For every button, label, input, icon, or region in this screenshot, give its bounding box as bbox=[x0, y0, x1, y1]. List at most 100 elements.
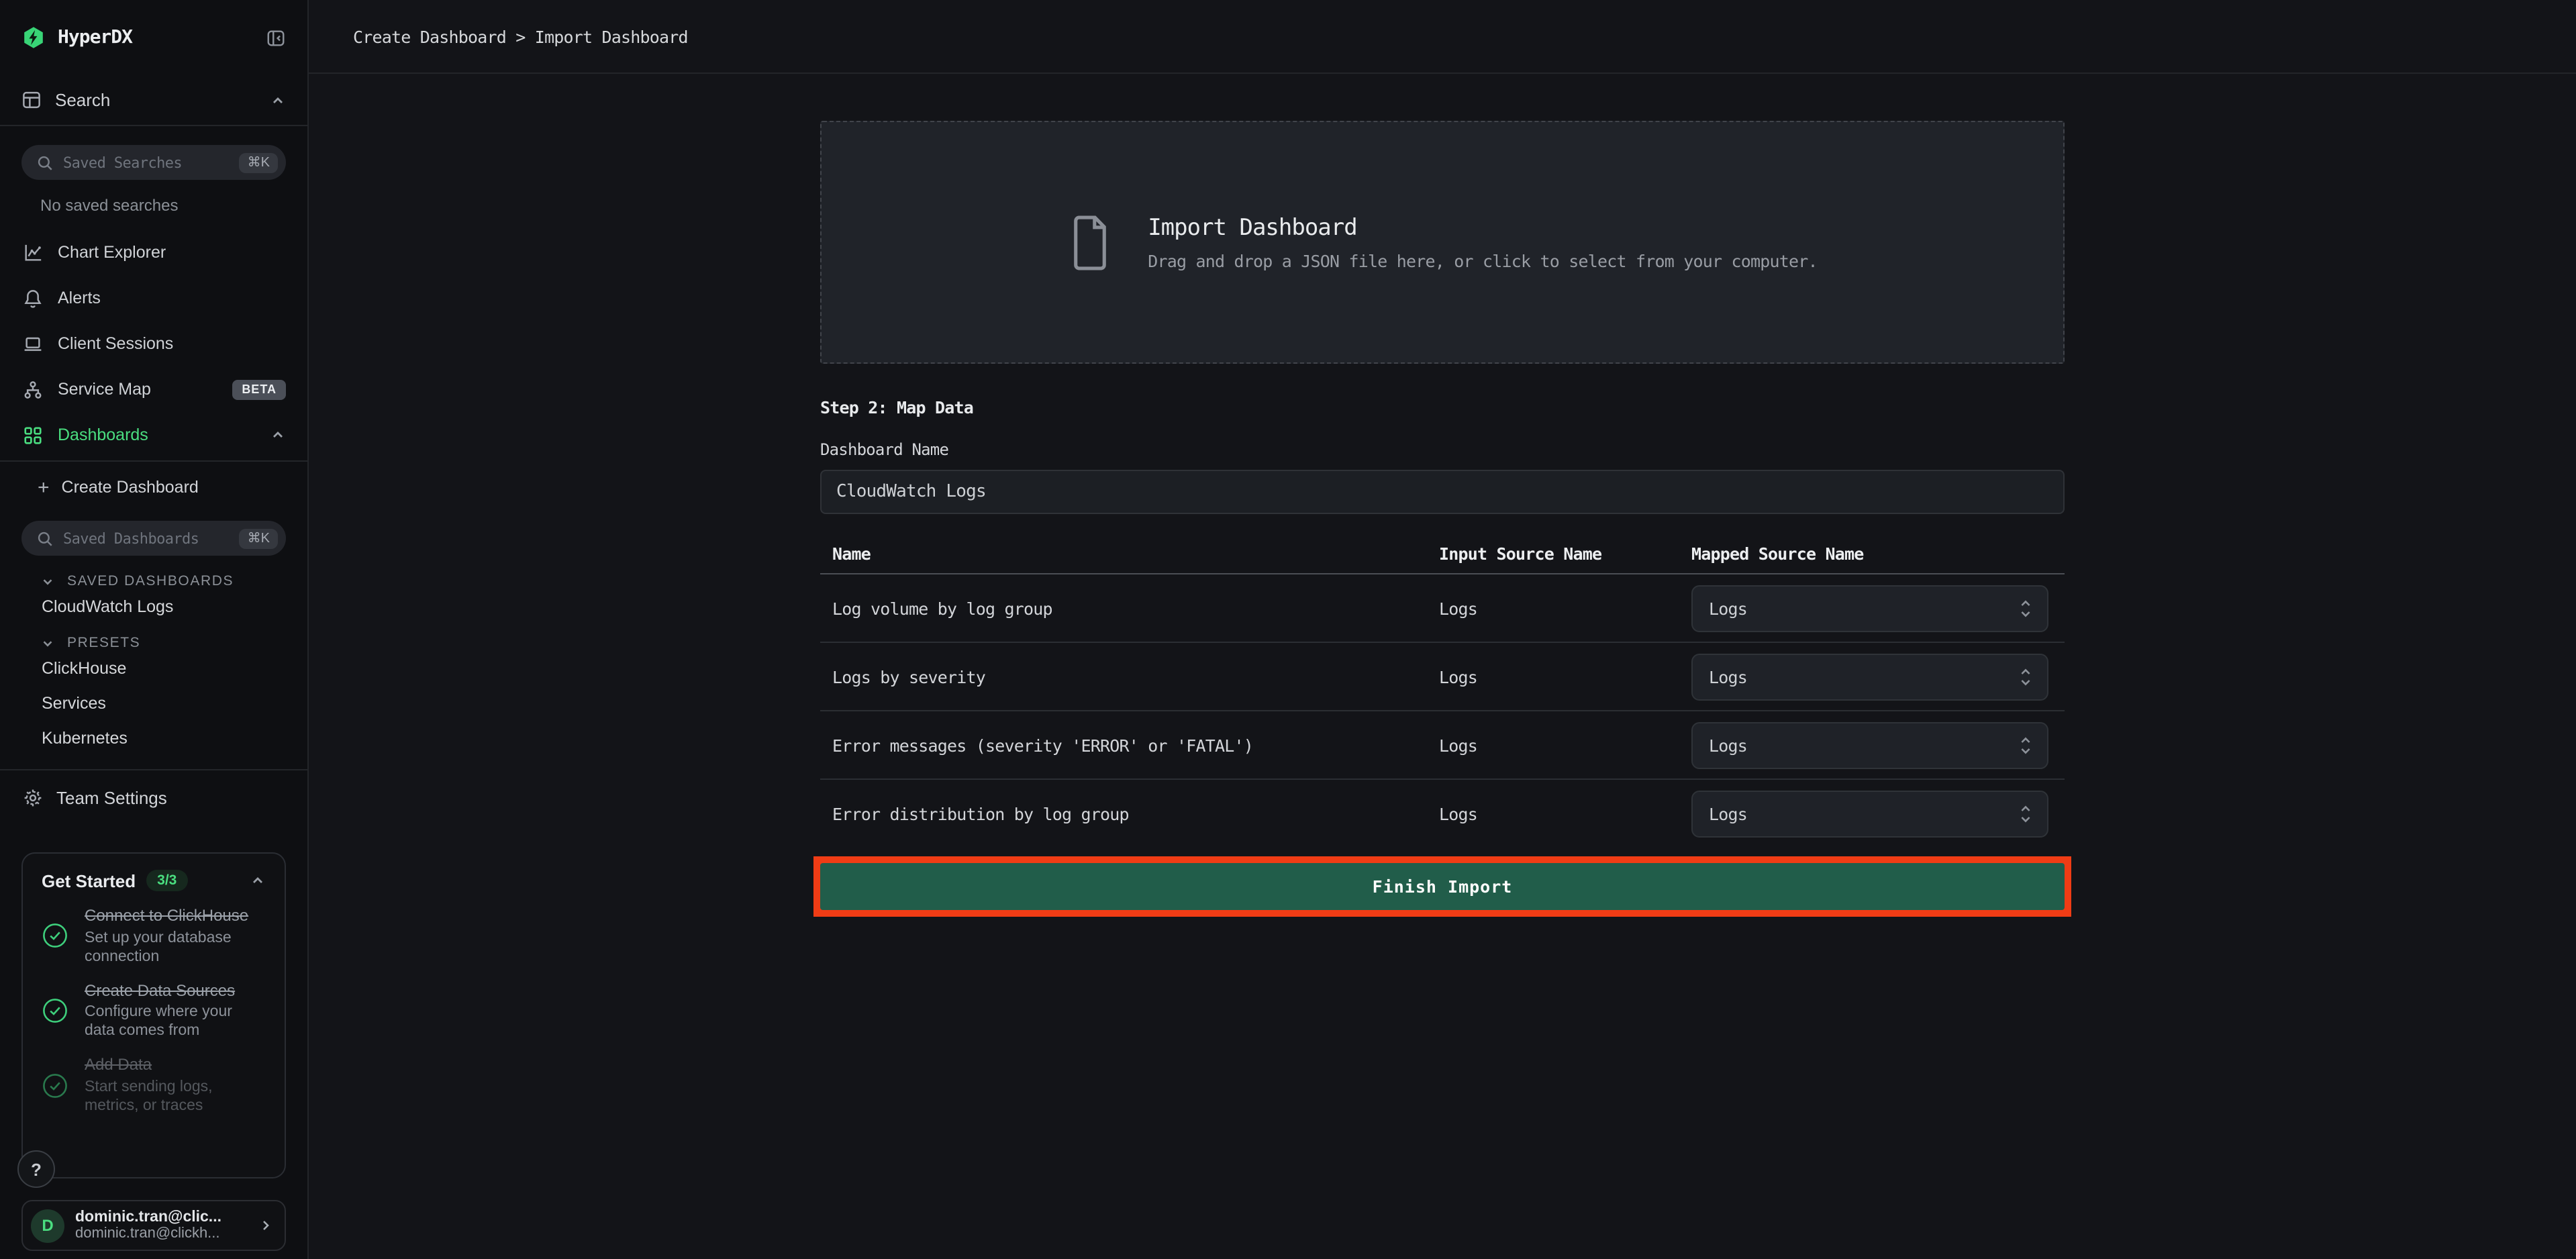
get-started-item-sources[interactable]: Create Data Sources Configure where your… bbox=[42, 980, 266, 1040]
app-root: HyperDX Search Saved Searches ⌘K No save… bbox=[0, 0, 2576, 1259]
mapped-source-select[interactable]: Logs bbox=[1691, 791, 2048, 838]
main-area: Create Dashboard > Import Dashboard Impo… bbox=[309, 0, 2576, 1259]
no-saved-searches-note: No saved searches bbox=[40, 196, 307, 215]
table-row: Error distribution by log group Logs Log… bbox=[820, 780, 2065, 848]
dashboards-grid-icon bbox=[21, 425, 43, 445]
check-circle-icon bbox=[42, 1056, 68, 1115]
topbar: Create Dashboard > Import Dashboard bbox=[309, 0, 2576, 74]
create-dashboard-label: Create Dashboard bbox=[62, 478, 199, 497]
section-title: PRESETS bbox=[67, 635, 140, 651]
get-started-item-desc: Set up your database connection bbox=[85, 928, 266, 966]
select-value: Logs bbox=[1709, 598, 2018, 618]
saved-dashboards-section-header[interactable]: SAVED DASHBOARDS bbox=[40, 573, 307, 589]
input-source-cell: Logs bbox=[1439, 666, 1691, 687]
get-started-item-title: Create Data Sources bbox=[85, 980, 266, 1000]
get-started-item-connect[interactable]: Connect to ClickHouse Set up your databa… bbox=[42, 906, 266, 966]
saved-dashboards-input[interactable]: Saved Dashboards ⌘K bbox=[21, 521, 286, 556]
laptop-icon bbox=[21, 334, 43, 354]
logo-row: HyperDX bbox=[0, 0, 307, 75]
get-started-item-desc: Configure where your data comes from bbox=[85, 1003, 266, 1041]
chart-explorer-icon bbox=[21, 242, 43, 262]
annotation-highlight-box: Finish Import bbox=[813, 856, 2071, 917]
presets-section-header[interactable]: PRESETS bbox=[40, 635, 307, 651]
sidebar-item-alerts[interactable]: Alerts bbox=[0, 275, 307, 321]
nav-label: Service Map bbox=[58, 380, 151, 399]
get-started-title: Get Started bbox=[42, 870, 136, 891]
get-started-item-title: Connect to ClickHouse bbox=[85, 906, 266, 925]
sidebar: HyperDX Search Saved Searches ⌘K No save… bbox=[0, 0, 309, 1259]
service-map-icon bbox=[21, 379, 43, 399]
finish-import-button[interactable]: Finish Import bbox=[820, 863, 2065, 910]
json-file-dropzone[interactable]: Import Dashboard Drag and drop a JSON fi… bbox=[820, 121, 2065, 364]
table-header-row: Name Input Source Name Mapped Source Nam… bbox=[820, 534, 2065, 574]
help-button[interactable]: ? bbox=[17, 1150, 55, 1188]
hyperdx-logo-icon bbox=[21, 26, 46, 50]
sidebar-item-client-sessions[interactable]: Client Sessions bbox=[0, 321, 307, 366]
table-row: Logs by severity Logs Logs bbox=[820, 643, 2065, 711]
user-texts: dominic.tran@clic... dominic.tran@clickh… bbox=[75, 1209, 247, 1242]
sidebar-item-kubernetes[interactable]: Kubernetes bbox=[0, 721, 307, 756]
chevron-up-icon[interactable] bbox=[270, 427, 286, 443]
user-account-button[interactable]: D dominic.tran@clic... dominic.tran@clic… bbox=[21, 1200, 286, 1251]
mapped-source-select[interactable]: Logs bbox=[1691, 585, 2048, 632]
dashboard-name-value: CloudWatch Logs bbox=[836, 482, 986, 502]
sidebar-item-search[interactable]: Search bbox=[0, 75, 307, 126]
sidebar-item-cloudwatch-logs[interactable]: CloudWatch Logs bbox=[0, 589, 307, 624]
nav-label: Chart Explorer bbox=[58, 243, 166, 262]
sidebar-item-create-dashboard[interactable]: + Create Dashboard bbox=[0, 462, 307, 513]
saved-dashboards-placeholder: Saved Dashboards bbox=[63, 530, 230, 547]
user-email: dominic.tran@clickh... bbox=[75, 1225, 247, 1242]
sidebar-item-dashboards[interactable]: Dashboards bbox=[0, 412, 307, 458]
get-started-item-desc: Start sending logs, metrics, or traces bbox=[85, 1078, 266, 1115]
table-row: Error messages (severity 'ERROR' or 'FAT… bbox=[820, 711, 2065, 780]
get-started-item-add-data[interactable]: Add Data Start sending logs, metrics, or… bbox=[42, 1056, 266, 1115]
dropzone-title: Import Dashboard bbox=[1148, 214, 1818, 241]
get-started-header[interactable]: Get Started 3/3 bbox=[42, 870, 266, 891]
mapped-source-select[interactable]: Logs bbox=[1691, 653, 2048, 700]
select-value: Logs bbox=[1709, 735, 2018, 755]
chevron-up-icon[interactable] bbox=[270, 92, 286, 108]
select-chevrons-icon bbox=[2018, 734, 2034, 756]
search-icon bbox=[36, 154, 54, 171]
input-source-cell: Logs bbox=[1439, 804, 1691, 824]
section-title: SAVED DASHBOARDS bbox=[67, 573, 234, 589]
import-dashboard-content: Import Dashboard Drag and drop a JSON fi… bbox=[820, 121, 2065, 917]
select-chevrons-icon bbox=[2018, 665, 2034, 688]
sidebar-item-team-settings[interactable]: Team Settings bbox=[0, 770, 307, 824]
saved-searches-input[interactable]: Saved Searches ⌘K bbox=[21, 145, 286, 180]
chevron-up-icon[interactable] bbox=[250, 872, 266, 889]
sidebar-item-service-map[interactable]: Service Map BETA bbox=[0, 366, 307, 412]
shortcut-badge: ⌘K bbox=[240, 528, 278, 548]
mapped-source-select[interactable]: Logs bbox=[1691, 721, 2048, 768]
mapping-table: Name Input Source Name Mapped Source Nam… bbox=[820, 534, 2065, 848]
gear-icon bbox=[21, 787, 43, 807]
input-source-cell: Logs bbox=[1439, 598, 1691, 618]
file-icon bbox=[1067, 213, 1113, 272]
chart-name-cell: Error distribution by log group bbox=[820, 804, 1439, 824]
sidebar-nav: Chart Explorer Alerts Client Sessions Se… bbox=[0, 230, 307, 458]
team-settings-label: Team Settings bbox=[56, 787, 167, 807]
check-circle-icon bbox=[42, 906, 68, 966]
sidebar-collapse-icon[interactable] bbox=[266, 28, 286, 48]
shortcut-badge: ⌘K bbox=[240, 152, 278, 172]
search-section-label: Search bbox=[55, 90, 110, 110]
search-section-icon bbox=[21, 90, 42, 110]
step-heading: Step 2: Map Data bbox=[820, 397, 2065, 417]
user-name: dominic.tran@clic... bbox=[75, 1209, 247, 1225]
chevron-down-icon bbox=[40, 636, 55, 650]
dropzone-subtitle: Drag and drop a JSON file here, or click… bbox=[1148, 250, 1818, 270]
sidebar-item-chart-explorer[interactable]: Chart Explorer bbox=[0, 230, 307, 275]
column-header-input-source: Input Source Name bbox=[1439, 544, 1691, 564]
sidebar-item-clickhouse[interactable]: ClickHouse bbox=[0, 651, 307, 686]
check-circle-icon bbox=[42, 980, 68, 1040]
dashboard-name-input[interactable]: CloudWatch Logs bbox=[820, 470, 2065, 514]
chart-name-cell: Error messages (severity 'ERROR' or 'FAT… bbox=[820, 735, 1439, 755]
select-chevrons-icon bbox=[2018, 803, 2034, 825]
nav-label: Dashboards bbox=[58, 425, 148, 444]
bell-icon bbox=[21, 288, 43, 308]
table-row: Log volume by log group Logs Logs bbox=[820, 574, 2065, 643]
sidebar-item-services[interactable]: Services bbox=[0, 686, 307, 721]
get-started-panel: Get Started 3/3 Connect to ClickHouse Se… bbox=[21, 852, 286, 1178]
chevron-right-icon bbox=[258, 1217, 274, 1233]
select-value: Logs bbox=[1709, 804, 2018, 824]
